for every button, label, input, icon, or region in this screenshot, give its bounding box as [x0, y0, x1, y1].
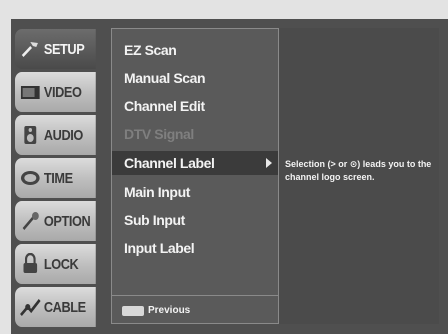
video-icon	[18, 82, 42, 102]
previous-label: Previous	[148, 305, 191, 316]
menu-item-ez-scan[interactable]: EZ Scan	[112, 38, 278, 62]
tab-label: CABLE	[43, 298, 86, 316]
tab-cable[interactable]: CABLE	[15, 287, 96, 327]
cable-icon	[18, 297, 42, 317]
menu-item-channel-edit[interactable]: Channel Edit	[112, 94, 278, 118]
menu-item-label: Input Label	[124, 240, 195, 256]
menu-item-label: Manual Scan	[124, 70, 206, 86]
tab-label: SETUP	[43, 40, 85, 58]
audio-icon	[18, 124, 42, 146]
menu-item-label: Sub Input	[124, 212, 185, 228]
setup-menu: EZ Scan Manual Scan Channel Edit DTV Sig…	[111, 28, 279, 324]
tab-audio[interactable]: AUDIO	[15, 115, 96, 155]
tab-label: LOCK	[43, 255, 79, 273]
tab-setup[interactable]: SETUP	[15, 29, 96, 69]
menu-item-dtv-signal: DTV Signal	[112, 122, 278, 146]
setup-icon	[18, 39, 42, 59]
tab-label: VIDEO	[43, 83, 82, 101]
menu-item-input-label[interactable]: Input Label	[112, 236, 278, 260]
previous-hint: Previous	[122, 305, 190, 316]
tab-lock[interactable]: LOCK	[15, 244, 96, 284]
menu-item-label: DTV Signal	[124, 126, 194, 142]
menu-item-sub-input[interactable]: Sub Input	[112, 208, 278, 232]
info-text: Selection (> or ⊙) leads you to the chan…	[285, 159, 432, 182]
option-icon	[18, 211, 42, 231]
menu-item-label: EZ Scan	[124, 42, 177, 58]
menu-item-manual-scan[interactable]: Manual Scan	[112, 66, 278, 90]
divider	[112, 295, 278, 296]
menu-item-label: Main Input	[124, 184, 190, 200]
tab-video[interactable]: VIDEO	[15, 72, 96, 112]
tab-label: OPTION	[43, 212, 91, 230]
time-icon	[18, 168, 42, 188]
tab-label: AUDIO	[43, 126, 83, 144]
tab-option[interactable]: OPTION	[15, 201, 96, 241]
menu-item-channel-label[interactable]: Channel Label	[112, 151, 278, 175]
chevron-right-icon	[266, 158, 272, 168]
menu-item-main-input[interactable]: Main Input	[112, 180, 278, 204]
menu-item-label: Channel Label	[124, 155, 215, 171]
tab-time[interactable]: TIME	[15, 158, 96, 198]
tab-label: TIME	[43, 169, 73, 187]
menu-item-label: Channel Edit	[124, 98, 205, 114]
menu-key-icon	[122, 305, 144, 316]
category-tabs: SETUP VIDEO AUDIO TIME OPTION LOCK CABLE	[15, 29, 110, 329]
lock-icon	[18, 253, 42, 275]
